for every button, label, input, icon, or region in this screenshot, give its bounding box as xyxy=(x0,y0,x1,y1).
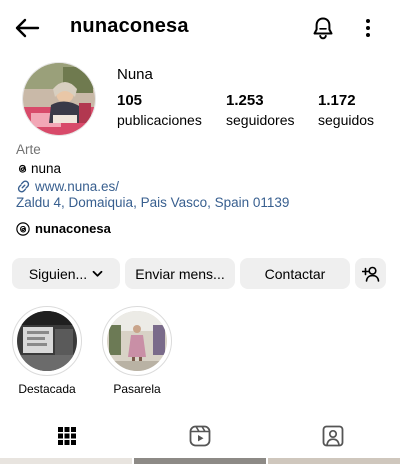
send-message-button[interactable]: Enviar mens... xyxy=(125,258,235,289)
back-arrow-icon xyxy=(15,18,40,38)
posts-count[interactable]: 105 publicaciones xyxy=(117,92,202,128)
post-thumbnail-peek[interactable] xyxy=(268,458,400,464)
stat-value: 105 xyxy=(117,92,143,109)
notifications-button[interactable] xyxy=(310,14,336,42)
highlight-label: Pasarela xyxy=(113,382,161,396)
chevron-down-icon xyxy=(92,270,103,277)
threads-icon xyxy=(16,221,30,236)
stat-label: seguidos xyxy=(318,112,375,128)
highlight-ring xyxy=(102,306,172,376)
top-bar: nunaconesa xyxy=(0,0,400,56)
profile-category: Arte xyxy=(16,142,41,157)
profile-content-tabs xyxy=(0,416,400,460)
more-options-button[interactable] xyxy=(358,14,378,42)
post-thumbnail-peek[interactable] xyxy=(0,458,132,464)
followers-count[interactable]: 1.253 seguidores xyxy=(226,92,295,128)
profile-display-name: Nuna xyxy=(117,66,153,83)
avatar-photo xyxy=(23,63,95,135)
story-highlight-pasarela[interactable]: Pasarela xyxy=(101,306,173,396)
profile-avatar[interactable] xyxy=(22,62,96,136)
highlight-cover xyxy=(17,311,77,371)
contact-button[interactable]: Contactar xyxy=(240,258,350,289)
add-user-icon xyxy=(361,266,379,282)
stat-value: 1.253 xyxy=(226,92,264,109)
following-count[interactable]: 1.172 seguidos xyxy=(318,92,374,128)
back-button[interactable] xyxy=(12,14,42,42)
reels-icon xyxy=(189,425,210,447)
suggested-users-button[interactable] xyxy=(355,258,386,289)
following-button-label: Siguien... xyxy=(28,265,88,282)
threads-badge-username: nunaconesa xyxy=(35,221,111,236)
tab-reels[interactable] xyxy=(133,416,266,456)
grid-icon xyxy=(57,427,76,445)
send-message-label: Enviar mens... xyxy=(135,265,225,282)
business-address-link[interactable]: Zaldu 4, Domaiquia, Pais Vasco, Spain 01… xyxy=(16,195,386,213)
post-thumbnail-peek[interactable] xyxy=(134,458,266,464)
stat-label: publicaciones xyxy=(117,112,202,128)
threads-profile-badge[interactable]: nunaconesa xyxy=(16,221,111,236)
threads-icon xyxy=(18,164,27,173)
more-vertical-icon xyxy=(366,19,370,37)
profile-action-buttons: Siguien... Enviar mens... Contactar xyxy=(12,258,386,289)
stat-label: seguidores xyxy=(226,112,295,128)
highlight-cover-image xyxy=(107,311,167,371)
tab-tagged[interactable] xyxy=(266,416,399,456)
highlight-label: Destacada xyxy=(18,382,76,396)
bell-icon xyxy=(313,17,333,40)
highlight-cover-image xyxy=(17,311,77,371)
tagged-user-icon xyxy=(322,425,343,447)
following-button[interactable]: Siguien... xyxy=(12,258,120,289)
threads-handle-link[interactable]: nuna xyxy=(16,159,386,177)
website-link[interactable]: www.nuna.es/ xyxy=(16,177,386,195)
stat-value: 1.172 xyxy=(318,92,356,109)
highlight-ring xyxy=(12,306,82,376)
tab-posts-grid[interactable] xyxy=(0,416,133,456)
story-highlight-destacada[interactable]: Destacada xyxy=(11,306,83,396)
highlight-cover xyxy=(107,311,167,371)
threads-handle-text: nuna xyxy=(31,160,62,176)
profile-bio: Arte nuna www.nuna.es/ Zaldu 4, Domaiqui… xyxy=(16,142,386,213)
link-icon xyxy=(17,180,30,192)
website-url: www.nuna.es/ xyxy=(35,178,120,194)
profile-username-title: nunaconesa xyxy=(70,15,189,37)
contact-label: Contactar xyxy=(264,265,326,282)
